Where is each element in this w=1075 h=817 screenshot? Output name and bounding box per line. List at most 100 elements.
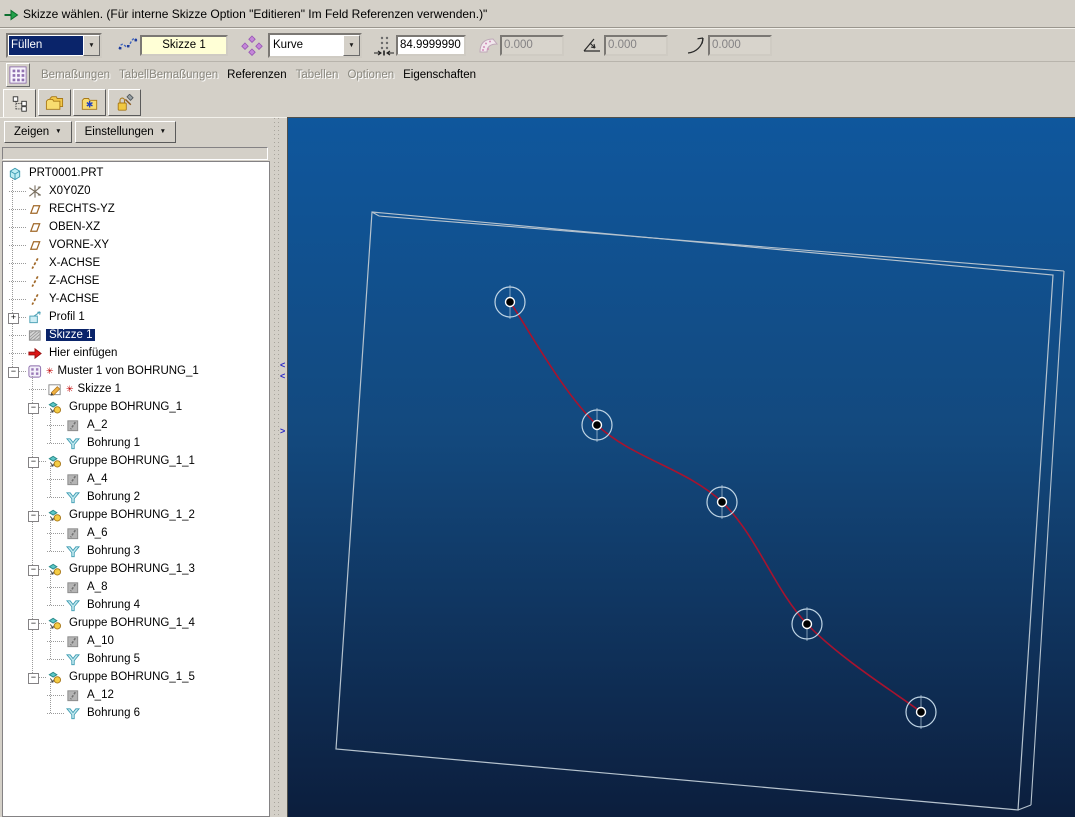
show-menu-button[interactable]: Zeigen ▼: [4, 120, 72, 143]
tree-item-y-achse[interactable]: Y-ACHSE: [3, 290, 269, 308]
tab-connections[interactable]: [108, 89, 141, 116]
tree-item-bohrung-2[interactable]: Bohrung 2: [3, 488, 269, 506]
tree-connector: [46, 542, 65, 560]
part-icon: [7, 165, 26, 181]
tree-collapse-icon[interactable]: −: [28, 510, 39, 522]
tree-connector: [28, 380, 47, 398]
tree-collapse-icon[interactable]: −: [28, 618, 39, 630]
tree-connector: [46, 470, 65, 488]
tree-item-x-achse[interactable]: X-ACHSE: [3, 254, 269, 272]
chevron-down-icon[interactable]: ▼: [343, 34, 360, 56]
tree-item-prt0001-prt[interactable]: PRT0001.PRT: [3, 164, 269, 182]
tab-tabellen: Tabellen: [295, 69, 339, 81]
collapse-chevron-icon[interactable]: <: [280, 361, 285, 370]
tree-item-bohrung-5[interactable]: Bohrung 5: [3, 650, 269, 668]
radius-value-field: [708, 34, 772, 56]
tree-connector: [46, 524, 65, 542]
tree-connector: [8, 344, 27, 362]
settings-menu-button[interactable]: Einstellungen ▼: [74, 120, 177, 143]
tree-item-vorne-xy[interactable]: VORNE-XY: [3, 236, 269, 254]
tree-item-label: Skizze 1: [77, 383, 122, 395]
tree-item-a-12[interactable]: A_12: [3, 686, 269, 704]
show-menu-label: Zeigen: [14, 125, 50, 138]
spacing-value-field[interactable]: [396, 34, 466, 56]
panel-splitter[interactable]: < < >: [270, 117, 287, 817]
tree-item-a-6[interactable]: A_6: [3, 524, 269, 542]
tree-item-gruppe-bohrung-1-4[interactable]: − Gruppe BOHRUNG_1_4: [3, 614, 269, 632]
tree-item-skizze-1[interactable]: ✳ Skizze 1: [3, 380, 269, 398]
sketch-ref-field[interactable]: [140, 34, 228, 56]
tree-expand-icon[interactable]: +: [8, 312, 19, 324]
model-tree[interactable]: PRT0001.PRT X0Y0Z0 RECHTS-YZ OBEN-XZ VORNE-X…: [2, 161, 270, 817]
tree-item-gruppe-bohrung-1-1[interactable]: − Gruppe BOHRUNG_1_1: [3, 452, 269, 470]
tab-folder-browser[interactable]: [38, 89, 71, 116]
tree-item-skizze-1[interactable]: Skizze 1: [3, 326, 269, 344]
axis-dim-icon: [65, 687, 84, 703]
chevron-down-icon[interactable]: ▼: [83, 34, 100, 56]
pattern-points-icon: [240, 33, 264, 57]
tree-item-oben-xz[interactable]: OBEN-XZ: [3, 218, 269, 236]
tree-item-a-2[interactable]: A_2: [3, 416, 269, 434]
fill-type-select[interactable]: Füllen ▼: [6, 32, 102, 58]
expand-chevron-icon[interactable]: >: [280, 427, 285, 436]
tree-item-label: Z-ACHSE: [49, 275, 100, 287]
pattern-spline-curve[interactable]: [509, 301, 922, 713]
axis-dim-icon: [65, 633, 84, 649]
tree-connector: [46, 488, 65, 506]
plane-icon: [27, 237, 46, 253]
tree-collapse-icon[interactable]: −: [28, 402, 39, 414]
hole-center-point[interactable]: [801, 618, 813, 630]
hole-center-point[interactable]: [915, 706, 927, 718]
hole-icon: [65, 597, 84, 613]
pattern-grid-icon[interactable]: [6, 63, 30, 87]
tree-collapse-icon[interactable]: −: [28, 672, 39, 684]
collapse-chevron-icon[interactable]: <: [280, 372, 285, 381]
offset-value-field: [500, 34, 564, 56]
tree-guide-line: [50, 466, 52, 497]
tree-item-bohrung-3[interactable]: Bohrung 3: [3, 542, 269, 560]
hole-center-point[interactable]: [716, 496, 728, 508]
settings-menu-label: Einstellungen: [84, 125, 154, 138]
spacing-type-value: Kurve: [273, 39, 304, 51]
tree-item-rechts-yz[interactable]: RECHTS-YZ: [3, 200, 269, 218]
tree-item-gruppe-bohrung-1-3[interactable]: − Gruppe BOHRUNG_1_3: [3, 560, 269, 578]
modified-flag-icon: ✳: [46, 365, 54, 376]
axis-icon: [27, 291, 46, 307]
hole-center-point[interactable]: [504, 296, 516, 308]
hole-icon: [65, 435, 84, 451]
tab-eigenschaften[interactable]: Eigenschaften: [403, 69, 476, 81]
tree-item-gruppe-bohrung-1-5[interactable]: − Gruppe BOHRUNG_1_5: [3, 668, 269, 686]
tree-item-gruppe-bohrung-1-2[interactable]: − Gruppe BOHRUNG_1_2: [3, 506, 269, 524]
tree-item-z-achse[interactable]: Z-ACHSE: [3, 272, 269, 290]
tree-item-muster-1-von-bohrung-1[interactable]: − ✳ Muster 1 von BOHRUNG_1: [3, 362, 269, 380]
hole-icon: [65, 651, 84, 667]
tree-collapse-icon[interactable]: −: [8, 366, 19, 378]
tree-connector: −: [28, 560, 47, 578]
spacing-type-select[interactable]: Kurve ▼: [268, 32, 362, 58]
tree-item-profil-1[interactable]: + Profil 1: [3, 308, 269, 326]
tree-collapse-icon[interactable]: −: [28, 564, 39, 576]
tree-item-a-10[interactable]: A_10: [3, 632, 269, 650]
tree-connector: [46, 596, 65, 614]
hole-center-point[interactable]: [591, 419, 603, 431]
tree-item-bohrung-1[interactable]: Bohrung 1: [3, 434, 269, 452]
insert-arrow-icon: [27, 345, 46, 361]
tree-item-x0y0z0[interactable]: X0Y0Z0: [3, 182, 269, 200]
tab-referenzen[interactable]: Referenzen: [227, 69, 286, 81]
tree-item-bohrung-6[interactable]: Bohrung 6: [3, 704, 269, 722]
tree-item-a-8[interactable]: A_8: [3, 578, 269, 596]
3d-viewport[interactable]: [287, 117, 1075, 817]
tree-item-a-4[interactable]: A_4: [3, 470, 269, 488]
prompt-arrow-icon: [4, 9, 19, 20]
tree-connector: [46, 416, 65, 434]
model-scene[interactable]: [288, 118, 1075, 817]
tree-item-hier-einf-gen[interactable]: Hier einfügen: [3, 344, 269, 362]
tree-item-label: Bohrung 6: [87, 707, 141, 719]
tab-favorites[interactable]: ✱: [73, 89, 106, 116]
tree-item-gruppe-bohrung-1[interactable]: − Gruppe BOHRUNG_1: [3, 398, 269, 416]
tree-item-bohrung-4[interactable]: Bohrung 4: [3, 596, 269, 614]
tab-model-tree[interactable]: [3, 89, 36, 118]
tree-connector: [8, 326, 27, 344]
tree-collapse-icon[interactable]: −: [28, 456, 39, 468]
plate-front-face[interactable]: [335, 211, 1054, 811]
